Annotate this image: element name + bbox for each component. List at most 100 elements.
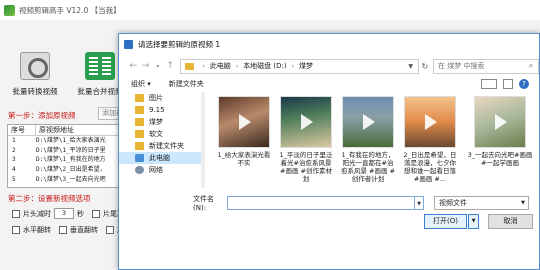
- file-list-pane: 1_给大家表演光看不实 1_平淡的日子里泛着光#治愈系风景 #画画 #创作素材划…: [214, 94, 539, 190]
- nav-item-label: 图片: [149, 94, 163, 102]
- video-thumbnail: [280, 96, 332, 148]
- filename-label: 文件名(N):: [193, 194, 214, 212]
- organize-button[interactable]: 组织 ▾: [131, 79, 151, 89]
- tail-cut-checkbox[interactable]: [92, 209, 100, 218]
- column-header-path: 原视频地址: [39, 126, 74, 134]
- breadcrumb-this-pc[interactable]: 此电脑: [210, 61, 231, 71]
- recent-dropdown-icon[interactable]: ▾: [152, 63, 164, 70]
- nav-item-label: 软文: [149, 130, 163, 138]
- dialog-titlebar: 请选择要剪辑的原视频 1: [119, 34, 539, 55]
- search-box[interactable]: ⌕: [433, 58, 539, 74]
- row-path: D:\煤梦\3_一起去向光吧: [36, 175, 106, 183]
- batch-convert-label: 批量转换视频: [12, 87, 58, 96]
- row-index: 5: [12, 175, 16, 183]
- video-file-item[interactable]: 2_日出是希望，日落是浪漫，七夕你想和谁一起看日落#画画 #...: [402, 96, 458, 183]
- row-index: 4: [12, 166, 16, 174]
- chevron-right-icon: ›: [291, 62, 295, 70]
- table-header: 序号 原视频地址: [8, 125, 121, 136]
- view-options-icon[interactable]: [481, 79, 497, 89]
- new-folder-button[interactable]: 新建文件夹: [169, 79, 204, 89]
- flip-options-row: 水平翻转 垂直翻转 旋转: [12, 225, 131, 235]
- head-cut-label: 片头减时: [23, 209, 51, 218]
- nav-item-label: 网络: [149, 166, 163, 174]
- table-row[interactable]: 5 D:\煤梦\3_一起去向光吧: [8, 175, 121, 185]
- play-icon: [239, 114, 251, 130]
- chevron-right-icon: ›: [202, 62, 205, 70]
- film-strip-icon: [85, 52, 115, 80]
- batch-convert-button[interactable]: 批量转换视频: [6, 52, 64, 97]
- column-header-index: 序号: [8, 125, 36, 135]
- open-split-dropdown-icon[interactable]: ▼: [468, 214, 479, 229]
- filetype-select[interactable]: 视频文件 ▼: [434, 195, 529, 210]
- file-open-dialog: 请选择要剪辑的原视频 1 ← → ▾ ↑ › 此电脑 › 本地磁盘 (D:) ›…: [118, 33, 540, 270]
- table-row[interactable]: 4 D:\煤梦\2_日出是希望，: [8, 165, 121, 175]
- nav-item-new-folder[interactable]: 新建文件夹: [119, 140, 205, 152]
- filename-dropdown-icon[interactable]: ▼: [415, 195, 424, 210]
- open-button[interactable]: 打开(O): [424, 214, 467, 229]
- vflip-checkbox[interactable]: [59, 226, 67, 234]
- address-dropdown-icon[interactable]: ▼: [404, 63, 418, 70]
- row-index: 3: [12, 156, 16, 164]
- seconds-label: 秒: [77, 209, 84, 218]
- head-cut-checkbox[interactable]: [12, 209, 20, 218]
- cancel-button[interactable]: 取消: [488, 214, 533, 229]
- up-arrow-icon[interactable]: ↑: [164, 61, 176, 71]
- nav-item-label: 此电脑: [149, 154, 170, 162]
- film-reel-icon: [20, 52, 50, 80]
- hflip-label: 水平翻转: [23, 226, 51, 234]
- table-row[interactable]: 3 D:\煤梦\1_有我在的地方: [8, 155, 121, 165]
- dialog-app-icon: [124, 40, 133, 49]
- help-icon[interactable]: ?: [519, 79, 529, 89]
- filetype-value: 视频文件: [439, 198, 467, 207]
- video-thumbnail: [342, 96, 394, 148]
- step2-label: 第二步：设置新视频选项: [8, 194, 91, 203]
- file-name: 2_日出是希望，日落是浪漫，七夕你想和谁一起看日落#画画 #...: [403, 151, 457, 183]
- preview-pane-icon[interactable]: [503, 79, 513, 89]
- video-file-item[interactable]: 1_有我在的地方，阳光一直都在#治愈系风景 #画画 #创作者计划: [340, 96, 396, 183]
- nav-item-ruanwen[interactable]: 软文: [119, 128, 205, 140]
- nav-item-label: 新建文件夹: [149, 142, 184, 150]
- file-name: 1_平淡的日子里泛着光#治愈系风景 #画画 #创作素材划: [279, 151, 333, 183]
- table-row[interactable]: 1 D:\煤梦\1_给大家表演光: [8, 136, 121, 146]
- folder-icon: [135, 142, 144, 150]
- back-arrow-icon[interactable]: ←: [127, 61, 139, 71]
- row-path: D:\煤梦\1_有我在的地方: [36, 156, 106, 164]
- chevron-right-icon: ›: [235, 62, 239, 70]
- hflip-checkbox[interactable]: [12, 226, 20, 234]
- chevron-down-icon: ▼: [521, 199, 525, 206]
- folder-icon: [135, 94, 144, 102]
- play-icon: [301, 114, 313, 130]
- rotate-checkbox[interactable]: [106, 226, 114, 234]
- video-file-item[interactable]: 1_平淡的日子里泛着光#治愈系风景 #画画 #创作素材划: [278, 96, 334, 183]
- breadcrumb-meimeng[interactable]: 煤梦: [299, 61, 313, 71]
- nav-item-meimeng[interactable]: 煤梦: [119, 116, 205, 128]
- nav-item-pictures[interactable]: 图片: [119, 92, 205, 104]
- folder-icon: [135, 106, 144, 114]
- file-name: 3_一起去向光吧#画画 #一起学画画: [467, 151, 533, 167]
- head-cut-seconds-input[interactable]: 3: [54, 208, 74, 219]
- vflip-label: 垂直翻转: [70, 226, 98, 234]
- video-file-item[interactable]: 1_给大家表演光看不实: [216, 96, 272, 167]
- navigation-scrollbar[interactable]: [201, 92, 205, 188]
- nav-item-9-15[interactable]: 9.15: [119, 104, 205, 116]
- app-titlebar: 视频剪辑高手 V12.0 【当我】: [0, 0, 540, 20]
- app-title: 视频剪辑高手 V12.0 【当我】: [19, 5, 121, 15]
- row-index: 1: [12, 137, 16, 144]
- trim-options-row: 片头减时 3 秒 片尾减: [12, 208, 124, 219]
- video-file-item[interactable]: 3_一起去向光吧#画画 #一起学画画: [465, 96, 535, 167]
- folder-icon: [135, 118, 144, 126]
- nav-item-network[interactable]: 网络: [119, 164, 205, 176]
- row-path: D:\煤梦\1_给大家表演光: [36, 137, 106, 144]
- table-row[interactable]: 2 D:\煤梦\1_平凉的日子里: [8, 146, 121, 156]
- folder-icon: [135, 130, 144, 138]
- search-input[interactable]: [434, 62, 524, 70]
- filename-input[interactable]: [227, 195, 415, 210]
- folder-icon: [185, 62, 195, 70]
- forward-arrow-icon[interactable]: →: [139, 61, 151, 71]
- nav-item-this-pc[interactable]: 此电脑: [119, 152, 205, 164]
- video-thumbnail: [218, 96, 270, 148]
- address-bar[interactable]: › 此电脑 › 本地磁盘 (D:) › 煤梦 ▼: [180, 58, 419, 74]
- refresh-icon[interactable]: ↻: [419, 62, 431, 71]
- nav-item-label: 9.15: [149, 106, 165, 114]
- breadcrumb-drive-d[interactable]: 本地磁盘 (D:): [243, 61, 286, 71]
